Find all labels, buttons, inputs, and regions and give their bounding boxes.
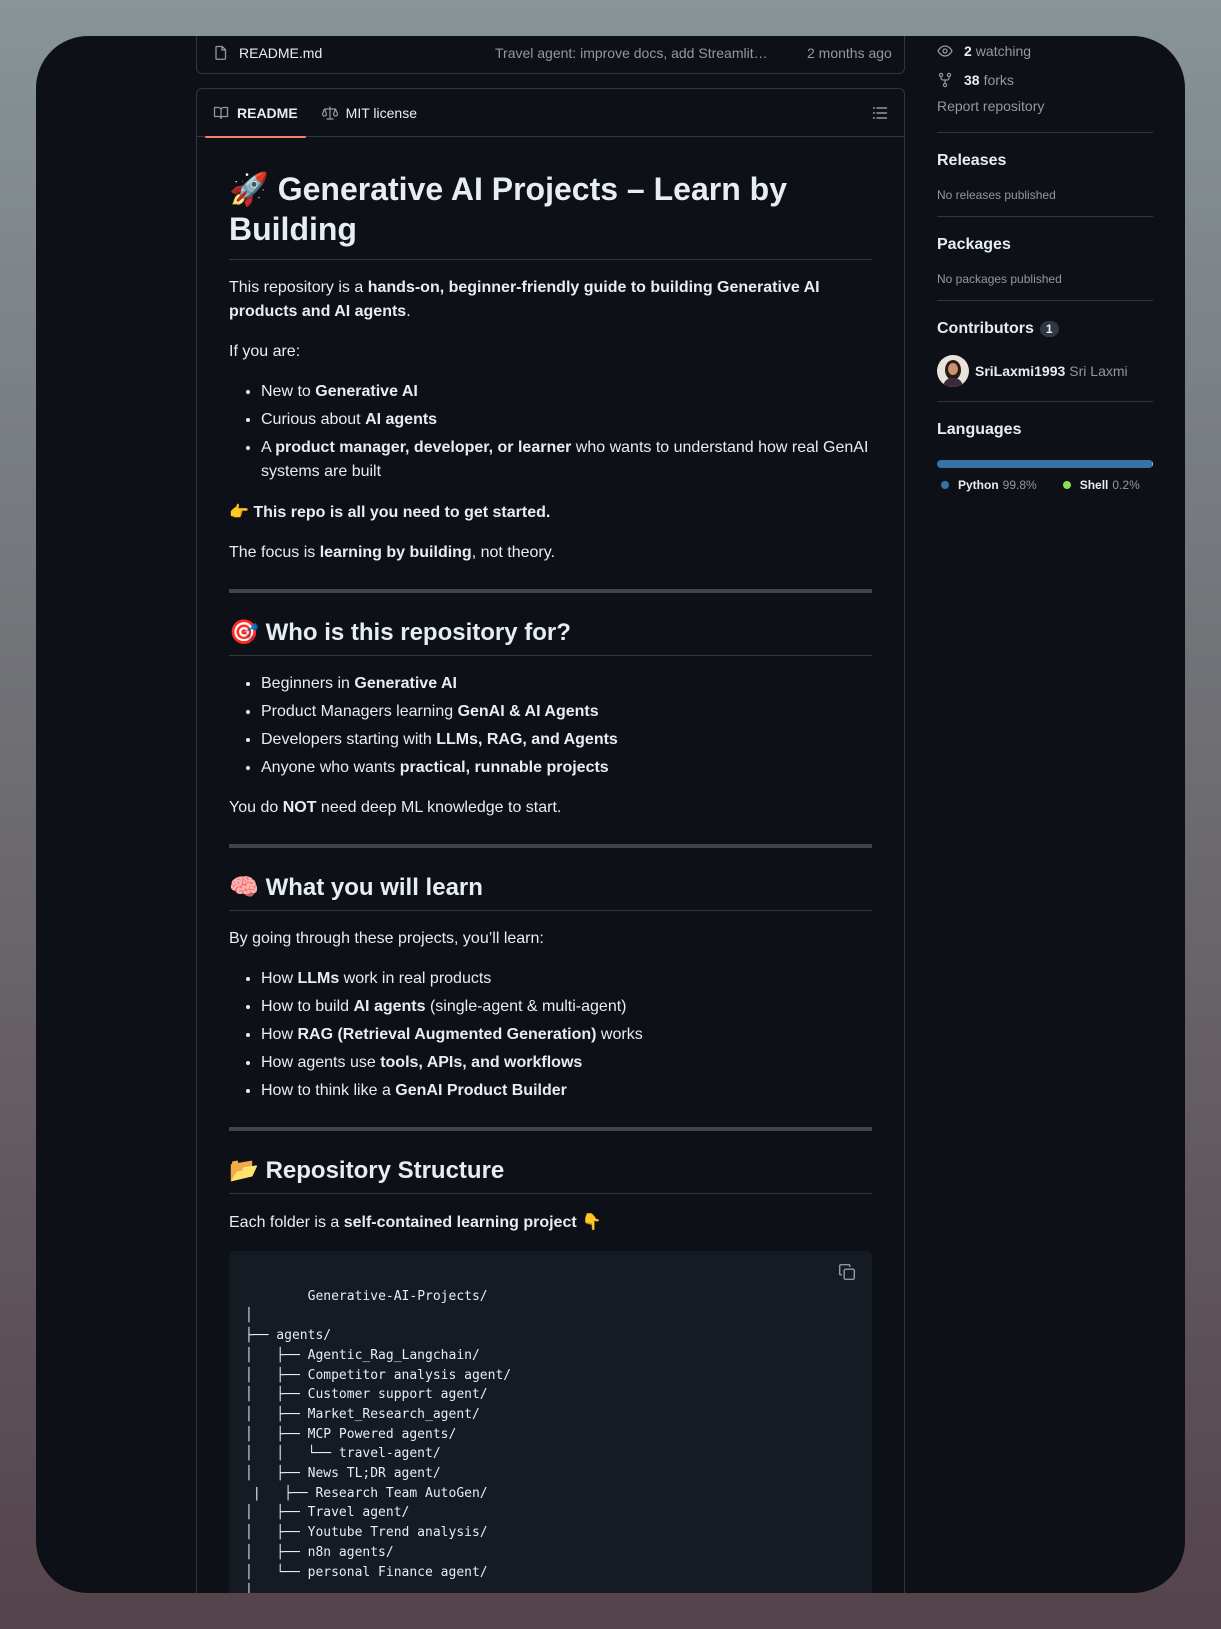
browser-window: README.md Travel agent: improve docs, ad…	[36, 36, 1185, 1593]
list-item: Anyone who wants practical, runnable pro…	[261, 756, 872, 780]
pointing-hand-icon: 👉	[229, 502, 249, 521]
packages-empty: No packages published	[937, 272, 1062, 286]
avatar[interactable]	[937, 355, 969, 387]
language-bar-shell	[1152, 460, 1153, 468]
divider	[937, 132, 1153, 133]
divider	[229, 589, 872, 593]
list-item: How RAG (Retrieval Augmented Generation)…	[261, 1023, 872, 1047]
report-repository-link[interactable]: Report repository	[937, 94, 1153, 118]
divider	[937, 216, 1153, 217]
divider	[229, 1127, 872, 1131]
contributor-login[interactable]: SriLaxmi1993	[975, 363, 1065, 379]
law-scale-icon	[321, 106, 338, 120]
divider	[937, 300, 1153, 301]
learn-list: How LLMs work in real products How to bu…	[261, 967, 872, 1103]
releases-empty: No releases published	[937, 188, 1056, 202]
language-bar	[937, 460, 1153, 468]
contributor-name: Sri Laxmi	[1069, 363, 1128, 379]
languages-heading: Languages	[937, 421, 1022, 438]
who-list: Beginners in Generative AI Product Manag…	[261, 672, 872, 780]
audience-list: New to Generative AI Curious about AI ag…	[261, 380, 872, 484]
heading-who: 🎯 Who is this repository for?	[229, 617, 872, 656]
brain-icon: 🧠	[229, 873, 259, 901]
packages-heading[interactable]: Packages	[937, 233, 1153, 257]
focus-paragraph: The focus is learning by building, not t…	[229, 544, 556, 561]
commit-time: 2 months ago	[807, 44, 892, 61]
list-item: Developers starting with LLMs, RAG, and …	[261, 728, 872, 752]
readme-panel: README MIT license 🚀 Generative AI Proje…	[196, 88, 905, 1593]
releases-heading[interactable]: Releases	[937, 149, 1153, 173]
learn-intro: By going through these projects, you’ll …	[229, 930, 544, 947]
list-item: How agents use tools, APIs, and workflow…	[261, 1051, 872, 1075]
tab-label: README	[237, 104, 298, 121]
target-icon: 🎯	[229, 618, 259, 646]
repo-sidebar: 2 watching 38 forks Report repository Rele…	[937, 36, 1153, 492]
tab-label: MIT license	[345, 104, 417, 121]
python-dot	[941, 481, 949, 489]
language-item-python[interactable]: Python 99.8%	[937, 478, 1037, 492]
folder-icon: 📂	[229, 1156, 259, 1184]
structure-code-block: Generative-AI-Projects/ │ ├── agents/ │ …	[229, 1251, 872, 1593]
language-item-shell[interactable]: Shell 0.2%	[1059, 478, 1140, 492]
list-item: Curious about AI agents	[261, 408, 872, 432]
list-item: New to Generative AI	[261, 380, 872, 404]
list-item: Beginners in Generative AI	[261, 672, 872, 696]
list-item: A product manager, developer, or learner…	[261, 436, 872, 484]
contributor-item[interactable]: SriLaxmi1993 Sri Laxmi	[937, 355, 1153, 387]
forks-link[interactable]: 38 forks	[937, 65, 1153, 94]
list-item: How to think like a GenAI Product Builde…	[261, 1079, 872, 1103]
rocket-icon: 🚀	[229, 170, 269, 208]
intro-paragraph: This repository is a hands-on, beginner-…	[229, 279, 820, 320]
copy-icon[interactable]	[838, 1263, 856, 1281]
if-you-are: If you are:	[229, 343, 301, 360]
tab-license[interactable]: MIT license	[314, 89, 425, 137]
readme-tabbar: README MIT license	[197, 89, 904, 138]
file-icon	[213, 45, 229, 61]
watching-link[interactable]: 2 watching	[937, 36, 1153, 65]
pointing-down-icon: 👇	[576, 1212, 602, 1231]
shell-dot	[1062, 481, 1071, 489]
readme-title: 🚀 Generative AI Projects – Learn by Buil…	[229, 169, 872, 260]
eye-icon	[937, 44, 953, 57]
language-list: Python 99.8% Shell 0.2%	[937, 478, 1153, 492]
divider	[229, 844, 872, 848]
divider	[937, 401, 1153, 402]
file-name-link[interactable]: README.md	[239, 45, 495, 61]
ml-note: You do NOT need deep ML knowledge to sta…	[229, 799, 562, 816]
heading-learn: 🧠 What you will learn	[229, 872, 872, 911]
file-row-readme[interactable]: README.md Travel agent: improve docs, ad…	[196, 36, 905, 74]
contributors-count: 1	[1039, 321, 1059, 337]
heading-structure: 📂 Repository Structure	[229, 1155, 872, 1194]
list-item: How LLMs work in real products	[261, 967, 872, 991]
code-text: Generative-AI-Projects/ │ ├── agents/ │ …	[245, 1288, 512, 1593]
tab-readme[interactable]: README	[205, 89, 306, 138]
list-item: How to build AI agents (single-agent & m…	[261, 995, 872, 1019]
table-of-contents-icon[interactable]	[872, 105, 888, 121]
callout: 👉 This repo is all you need to get start…	[229, 502, 551, 521]
book-icon	[213, 106, 229, 119]
commit-message-link[interactable]: Travel agent: improve docs, add Streamli…	[495, 45, 770, 61]
contributors-heading[interactable]: Contributors 1	[937, 317, 1153, 341]
structure-intro: Each folder is a self-contained learning…	[229, 1212, 602, 1231]
readme-content: 🚀 Generative AI Projects – Learn by Buil…	[197, 137, 904, 1593]
fork-icon	[938, 72, 952, 87]
list-item: Product Managers learning GenAI & AI Age…	[261, 700, 872, 724]
